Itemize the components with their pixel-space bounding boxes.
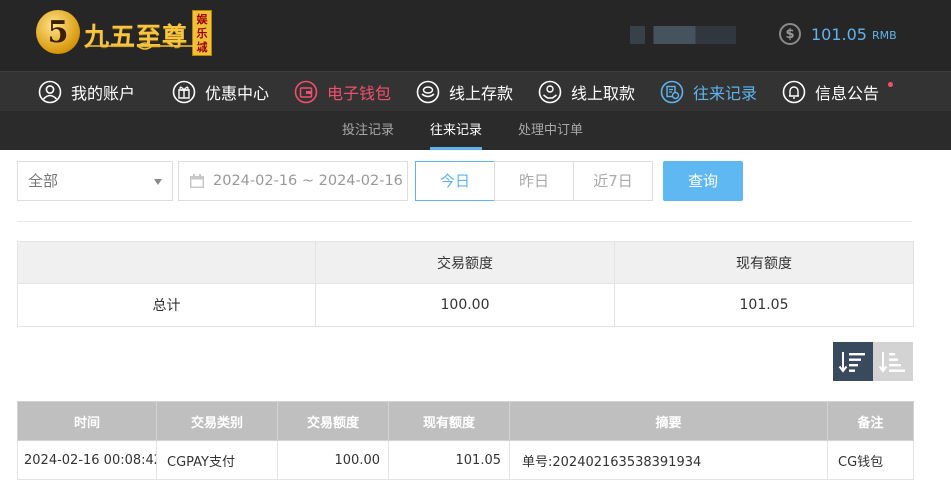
- sort-ascending-button[interactable]: [873, 342, 913, 381]
- date-range-input[interactable]: 2024-02-16 ~ 2024-02-16: [178, 161, 408, 201]
- tab-transaction-records[interactable]: 往来记录: [430, 111, 483, 150]
- logo-mark-icon: 5: [36, 10, 80, 54]
- balance-display: $ 101.05 RMB: [779, 23, 897, 45]
- sort-desc-icon: [838, 351, 865, 373]
- records-icon: [660, 80, 684, 104]
- nav-item-online-deposit[interactable]: 线上存款: [416, 72, 513, 112]
- table-row[interactable]: 2024-02-16 00:08:42 CGPAY支付 100.00 101.0…: [17, 440, 914, 480]
- withdraw-icon: [538, 80, 562, 104]
- col-header-remark[interactable]: 备注: [827, 401, 914, 441]
- tab-pending-orders[interactable]: 处理中订单: [518, 111, 583, 150]
- cell-type: CGPAY支付: [156, 440, 278, 480]
- col-header-time[interactable]: 时间: [17, 401, 157, 441]
- cell-amount: 100.00: [277, 440, 389, 480]
- bell-icon: [782, 80, 806, 104]
- caret-down-icon: [154, 179, 162, 185]
- summary-total-label: 总计: [17, 283, 316, 327]
- nav-item-e-wallet[interactable]: 电子钱包: [294, 72, 391, 112]
- user-icon: [38, 80, 62, 104]
- top-header: 5 九五至尊 娱乐城 $ 101.05 RMB: [0, 0, 951, 71]
- balance-currency: RMB: [871, 29, 897, 42]
- cell-time: 2024-02-16 00:08:42: [17, 440, 157, 480]
- summary-header-cell: [17, 241, 316, 284]
- type-select[interactable]: 全部: [17, 161, 173, 201]
- nav-item-transaction-records[interactable]: 往来记录: [660, 72, 757, 112]
- gift-icon: [172, 80, 196, 104]
- nav-label: 线上取款: [571, 84, 636, 103]
- deposit-icon: [416, 80, 440, 104]
- summary-total-row: 总计 100.00 101.05: [17, 283, 914, 327]
- coin-icon: $: [779, 23, 801, 45]
- cell-remark: CG钱包: [827, 440, 914, 480]
- brand-logo[interactable]: 5 九五至尊 娱乐城: [36, 8, 213, 60]
- query-button[interactable]: 查询: [663, 161, 743, 201]
- cell-balance: 101.05: [388, 440, 510, 480]
- cell-summary: 单号:202402163538391934: [509, 440, 828, 480]
- divider: [17, 221, 912, 222]
- calendar-icon: [190, 174, 204, 188]
- summary-header-balance: 现有额度: [614, 241, 914, 284]
- col-header-amount[interactable]: 交易额度: [277, 401, 389, 441]
- sort-descending-button[interactable]: [833, 342, 873, 381]
- range-7days-button[interactable]: 近7日: [573, 161, 653, 201]
- type-select-value: 全部: [28, 172, 59, 190]
- main-nav: 我的账户 优惠中心 电子钱包 线上存款 线上取款 往来记录 信息公告: [0, 71, 951, 111]
- summary-header-row: 交易额度 现有额度: [17, 241, 914, 284]
- date-range-value: 2024-02-16 ~ 2024-02-16: [213, 173, 403, 189]
- nav-item-promotions[interactable]: 优惠中心: [172, 72, 269, 112]
- nav-label: 优惠中心: [205, 84, 270, 103]
- range-yesterday-button[interactable]: 昨日: [494, 161, 574, 201]
- col-header-summary[interactable]: 摘要: [509, 401, 828, 441]
- range-today-button[interactable]: 今日: [415, 161, 495, 201]
- nav-label: 线上存款: [449, 84, 514, 103]
- balance-amount: 101.05: [811, 24, 867, 44]
- summary-total-amount: 100.00: [315, 283, 615, 327]
- nav-label: 我的账户: [71, 84, 136, 103]
- sub-nav: 投注记录 往来记录 处理中订单: [0, 111, 951, 150]
- col-header-type[interactable]: 交易类别: [156, 401, 278, 441]
- username-blurred: [630, 26, 736, 44]
- nav-label: 往来记录: [693, 84, 758, 103]
- records-table: 时间 交易类别 交易额度 现有额度 摘要 备注 2024-02-16 00:08…: [17, 401, 914, 480]
- nav-item-online-withdraw[interactable]: 线上取款: [538, 72, 635, 112]
- sort-asc-icon: [878, 351, 905, 373]
- logo-flourish-icon: [88, 42, 202, 50]
- summary-header-amount: 交易额度: [315, 241, 615, 284]
- nav-label: 信息公告: [815, 84, 880, 103]
- wallet-icon: [294, 80, 318, 104]
- nav-label: 电子钱包: [327, 84, 392, 103]
- tab-bet-records[interactable]: 投注记录: [342, 111, 394, 150]
- col-header-balance[interactable]: 现有额度: [388, 401, 510, 441]
- summary-table: 交易额度 现有额度 总计 100.00 101.05: [17, 241, 914, 327]
- nav-item-my-account[interactable]: 我的账户: [38, 72, 135, 112]
- records-header-row: 时间 交易类别 交易额度 现有额度 摘要 备注: [17, 401, 914, 441]
- nav-item-announcements[interactable]: 信息公告: [782, 72, 879, 112]
- summary-total-balance: 101.05: [614, 283, 914, 327]
- notification-dot: [888, 82, 893, 87]
